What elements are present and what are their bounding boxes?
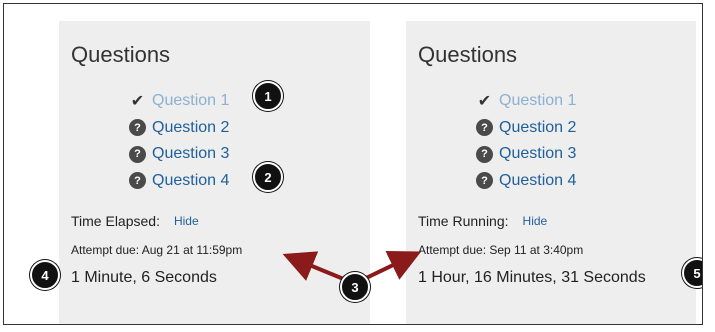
- arrow-to-right-due: [361, 250, 422, 282]
- callout-badge-4: 4: [30, 260, 60, 290]
- callout-badge-1: 1: [253, 81, 283, 111]
- arrow-to-left-due: [282, 251, 347, 282]
- screenshot-frame: Questions ✔ Question 1 ? Question 2 ? Qu…: [3, 3, 703, 325]
- callout-badge-3: 3: [340, 272, 370, 302]
- callout-badge-2: 2: [253, 162, 283, 192]
